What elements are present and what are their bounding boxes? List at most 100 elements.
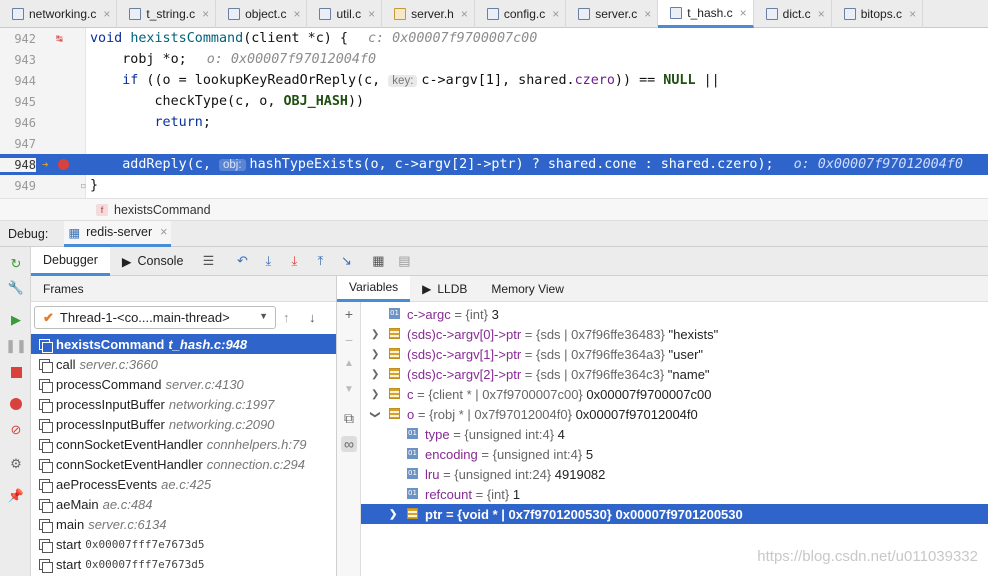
tab-lldb[interactable]: ▶ LLDB (410, 276, 479, 302)
tab-util-c[interactable]: util.c × (307, 0, 383, 28)
remove-watch-icon[interactable]: − (341, 332, 357, 348)
breadcrumb[interactable]: f hexistsCommand (0, 198, 988, 221)
function-icon: f (96, 203, 108, 216)
copy-icon[interactable]: ⧉ (341, 410, 357, 427)
code-line[interactable]: 946 return; (0, 112, 988, 133)
code-line[interactable]: 947 (0, 133, 988, 154)
chevron-right-icon[interactable]: ❯ (371, 349, 379, 360)
tab-bitops-c[interactable]: bitops.c × (832, 0, 924, 28)
arrow-down-icon[interactable]: ↓ (309, 310, 316, 325)
close-icon[interactable]: × (818, 7, 825, 21)
chevron-right-icon[interactable]: ❯ (371, 389, 379, 400)
tab-config-c[interactable]: config.c × (475, 0, 567, 28)
evaluate-expression-icon[interactable]: ▦ (365, 253, 391, 269)
close-icon[interactable]: × (103, 7, 110, 21)
code-line[interactable]: 948 ➔ addReply(c, obj: hashTypeExists(o, c… (0, 154, 988, 175)
frame-item[interactable]: call server.c:3660 (31, 354, 336, 374)
step-out-icon[interactable]: ⤒ (307, 253, 333, 269)
code-line[interactable]: 943 robj *o; o: 0x00007f97012004f0 (0, 49, 988, 70)
close-icon[interactable]: × (461, 7, 468, 21)
gear-icon[interactable]: ⚙ (7, 455, 25, 473)
close-icon[interactable]: × (909, 7, 916, 21)
code-line[interactable]: 944 if ((o = lookupKeyReadOrReply(c, key… (0, 70, 988, 91)
c-file-icon (486, 8, 499, 20)
chevron-down-icon[interactable]: ❮ (370, 410, 381, 418)
frame-item[interactable]: hexistsCommand t_hash.c:948 (31, 334, 336, 354)
c-file-icon (129, 8, 142, 20)
h-file-icon (394, 8, 407, 20)
tab-server-c[interactable]: server.c × (566, 0, 659, 28)
variable-row[interactable]: 01 c->argc = {int} 3 (361, 304, 988, 324)
frame-item[interactable]: processInputBuffer networking.c:1997 (31, 394, 336, 414)
step-over-icon[interactable]: ⤓ (255, 253, 281, 269)
variable-row[interactable]: 01 encoding = {unsigned int:4} 5 (361, 444, 988, 464)
variable-row[interactable]: 01 lru = {unsigned int:24} 4919082 (361, 464, 988, 484)
view-breakpoints-icon[interactable] (7, 395, 25, 413)
close-icon[interactable]: × (740, 6, 747, 20)
pin-icon[interactable]: 📌 (7, 487, 25, 505)
frame-item[interactable]: connSocketEventHandler connhelpers.h:79 (31, 434, 336, 454)
tab-variables[interactable]: Variables (337, 275, 411, 302)
stop-icon[interactable] (7, 363, 25, 381)
pause-icon[interactable]: ❚❚ (5, 337, 27, 355)
close-icon[interactable]: × (202, 7, 209, 21)
frame-item[interactable]: start 0x00007fff7e7673d5 (31, 554, 336, 574)
tab-dict-c[interactable]: dict.c × (754, 0, 832, 28)
variable-row[interactable]: 01 refcount = {int} 1 (361, 484, 988, 504)
rerun-icon[interactable]: ↻ (7, 255, 25, 273)
variable-row[interactable]: ❯ ptr = {void * | 0x7f9701200530} 0x00007… (361, 504, 988, 524)
variable-row[interactable]: ❯ c = {client * | 0x7f9700007c00} 0x00007… (361, 384, 988, 404)
layout-icon[interactable]: ▤ (391, 253, 417, 269)
variable-row[interactable]: ❯ (sds)c->argv[1]->ptr = {sds | 0x7f96ffe… (361, 344, 988, 364)
tab-networking-c[interactable]: networking.c × (0, 0, 118, 28)
breakpoint-icon[interactable] (58, 159, 69, 170)
mute-breakpoints-icon[interactable]: ⊘ (7, 421, 25, 439)
move-up-icon[interactable]: ▲ (341, 358, 357, 369)
variable-row[interactable]: ❮ o = {robj * | 0x7f97012004f0} 0x00007f9… (361, 404, 988, 424)
code-line[interactable]: 945 checkType(c, o, OBJ_HASH)) (0, 91, 988, 112)
chevron-right-icon[interactable]: ❯ (371, 369, 379, 380)
code-line[interactable]: 949 ▫} (0, 175, 988, 196)
tab-debugger[interactable]: Debugger (31, 246, 110, 276)
frame-item[interactable]: aeProcessEvents ae.c:425 (31, 474, 336, 494)
menu-icon[interactable]: ☰ (195, 253, 221, 269)
close-icon[interactable]: × (368, 7, 375, 21)
frame-item[interactable]: start 0x00007fff7e7673d5 (31, 534, 336, 554)
chevron-right-icon[interactable]: ❯ (389, 509, 397, 520)
fold-icon[interactable]: ▫ (80, 179, 87, 192)
frame-item[interactable]: main server.c:6134 (31, 514, 336, 534)
tab-object-c[interactable]: object.c × (216, 0, 308, 28)
close-icon[interactable]: × (644, 7, 651, 21)
tab-t-string-c[interactable]: t_string.c × (117, 0, 217, 28)
debug-session-tab[interactable]: ▦ redis-server × (64, 220, 172, 247)
arrow-up-icon[interactable]: ↑ (283, 310, 290, 325)
frame-item[interactable]: connSocketEventHandler connection.c:294 (31, 454, 336, 474)
resume-icon[interactable]: ▶ (7, 311, 25, 329)
wrench-icon[interactable]: 🔧 (7, 279, 25, 297)
code-line[interactable]: 942 ↹ void hexistsCommand(client *c) {c: 0… (0, 28, 988, 49)
add-watch-icon[interactable]: + (341, 306, 357, 322)
variable-row[interactable]: ❯ (sds)c->argv[0]->ptr = {sds | 0x7f96ffe… (361, 324, 988, 344)
close-icon[interactable]: × (293, 7, 300, 21)
chevron-right-icon[interactable]: ❯ (371, 329, 379, 340)
tab-console[interactable]: ▶ Console (110, 247, 196, 276)
tab-memory-view[interactable]: Memory View (479, 276, 575, 302)
variable-row[interactable]: ❯ (sds)c->argv[2]->ptr = {sds | 0x7f96ffe… (361, 364, 988, 384)
show-execution-point-icon[interactable]: ↶ (229, 253, 255, 269)
thread-select[interactable]: ✔ Thread-1-<co....main-thread> ▼ (34, 306, 276, 329)
frame-item[interactable]: processInputBuffer networking.c:2090 (31, 414, 336, 434)
code-editor[interactable]: 942 ↹ void hexistsCommand(client *c) {c: 0… (0, 28, 988, 198)
frame-item[interactable]: processCommand server.c:4130 (31, 374, 336, 394)
close-icon[interactable]: × (552, 7, 559, 21)
frame-item[interactable]: aeMain ae.c:484 (31, 494, 336, 514)
close-icon[interactable]: × (160, 225, 167, 239)
method-override-icon[interactable]: ↹ (56, 32, 63, 45)
variable-row[interactable]: 01 type = {unsigned int:4} 4 (361, 424, 988, 444)
move-down-icon[interactable]: ▼ (341, 384, 357, 395)
tab-server-h[interactable]: server.h × (382, 0, 475, 28)
step-into-icon[interactable]: ⤓ (281, 253, 307, 269)
tab-t-hash-c[interactable]: t_hash.c × (658, 0, 754, 28)
run-to-cursor-icon[interactable]: ↘ (333, 253, 359, 269)
glasses-icon[interactable]: ∞ (341, 436, 357, 452)
breadcrumb-function[interactable]: hexistsCommand (114, 203, 211, 217)
